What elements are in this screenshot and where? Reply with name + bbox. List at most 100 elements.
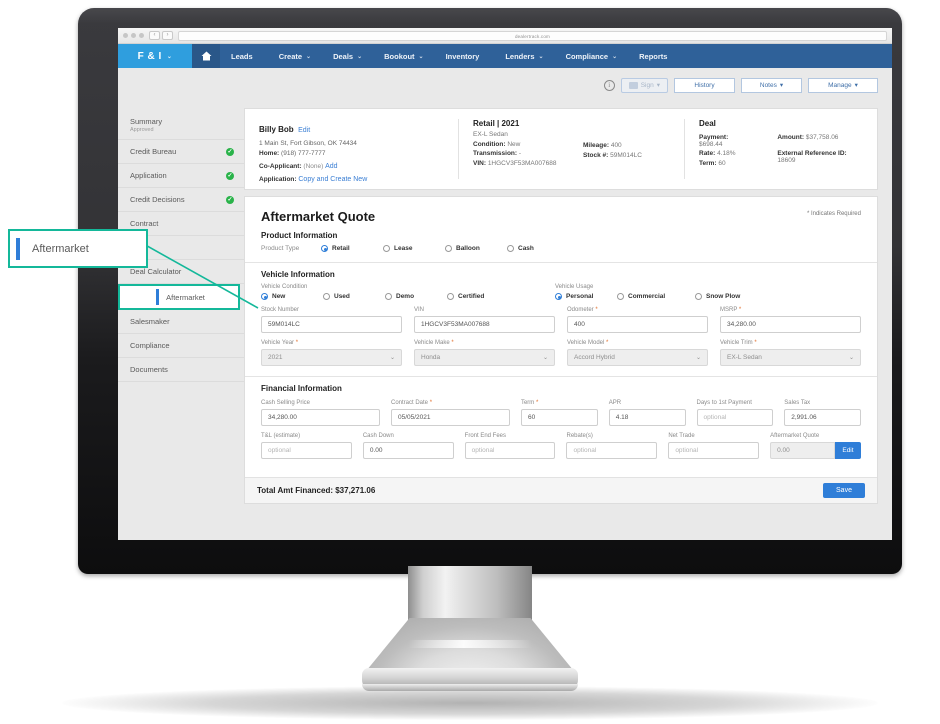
check-circle-icon: ✓ (226, 171, 234, 180)
field-vehicle-year: Vehicle Year * 2021 ⌄ (261, 340, 402, 366)
radio-usage-commercial[interactable]: Commercial (617, 293, 695, 300)
browser-nav-buttons[interactable]: ‹ › (149, 31, 173, 40)
radio-label: Snow Plow (706, 293, 741, 300)
sidebar-item-salesmaker[interactable]: Salesmaker (118, 310, 244, 334)
back-icon[interactable]: ‹ (149, 31, 160, 40)
chevron-down-icon: ⌄ (389, 355, 395, 361)
required-note: * Indicates Required (806, 211, 861, 217)
term-input[interactable]: 60 (520, 409, 598, 426)
form-inner: Aftermarket Quote Product Information Pr… (245, 197, 877, 459)
apr-input[interactable]: 4.18 (608, 409, 686, 426)
coapplicant-add-link[interactable]: Add (325, 163, 337, 170)
manage-button[interactable]: Manage ▾ (808, 77, 878, 93)
home-phone-label: Home: (259, 150, 280, 157)
brand-fandi[interactable]: F & I ⌄ (118, 44, 192, 68)
history-button[interactable]: History (674, 77, 735, 93)
field-odometer: Odometer * 400 (567, 307, 708, 333)
radio-product-retail[interactable]: Retail (321, 245, 383, 252)
sidebar-item-compliance[interactable]: Compliance (118, 334, 244, 358)
save-button[interactable]: Save (823, 483, 865, 498)
field-cash-down: Cash Down 0.00 (362, 433, 454, 459)
net-trade-input[interactable]: optional (668, 442, 760, 459)
address-bar[interactable]: dealertrack.com (178, 30, 887, 41)
payment-label: Payment: (699, 133, 729, 141)
maximize-icon[interactable] (139, 33, 144, 38)
nav-item-inventory[interactable]: Inventory (435, 44, 495, 68)
vin-input[interactable]: 1HGCV3F53MA007688 (414, 316, 555, 333)
field-vehicle-model: Vehicle Model * Accord Hybrid ⌄ (567, 340, 708, 366)
vehicle-block: Retail | 2021 EX-L Sedan Condition: New … (459, 119, 579, 179)
radio-product-balloon[interactable]: Balloon (445, 245, 507, 252)
sales-tax-input[interactable]: 2,991.06 (784, 409, 862, 426)
aftermarket-quote-card: * Indicates Required Aftermarket Quote P… (244, 196, 878, 504)
tl-estimate-input[interactable]: optional (261, 442, 352, 459)
radio-icon (261, 293, 268, 300)
nav-item-deals[interactable]: Deals ⌄ (322, 44, 373, 68)
home-icon (201, 51, 211, 61)
total-amount-financed: Total Amt Financed: $37,271.06 (257, 486, 376, 495)
nav-home[interactable] (192, 44, 220, 68)
info-icon[interactable]: i (603, 79, 615, 91)
minimize-icon[interactable] (131, 33, 136, 38)
radio-product-lease[interactable]: Lease (383, 245, 445, 252)
stock-number-input[interactable]: 59M014LC (261, 316, 402, 333)
monitor-stand-base-edge (362, 684, 578, 691)
term-value: 60 (718, 159, 726, 167)
vehicle-stats-block: Mileage: 400 Stock #: 59M014LC (579, 119, 684, 179)
nav-label: Reports (639, 51, 668, 61)
sidebar-item-documents[interactable]: Documents (118, 358, 244, 382)
radio-condition-new[interactable]: New (261, 293, 323, 300)
notes-button[interactable]: Notes ▾ (741, 77, 802, 93)
sidebar-item-credit-decisions[interactable]: Credit Decisions ✓ (118, 188, 244, 212)
cash-down-input[interactable]: 0.00 (362, 442, 454, 459)
application-copy-link[interactable]: Copy and Create New (298, 176, 367, 183)
window-controls[interactable] (123, 33, 144, 38)
amount-value: $37,758.06 (805, 133, 839, 141)
customer-edit-link[interactable]: Edit (298, 127, 310, 134)
radio-condition-demo[interactable]: Demo (385, 293, 447, 300)
nav-label: Bookout (384, 51, 415, 61)
nav-item-bookout[interactable]: Bookout ⌄ (373, 44, 434, 68)
vehicle-model-select[interactable]: Accord Hybrid ⌄ (567, 349, 708, 366)
vehicle-trim-select[interactable]: EX-L Sedan ⌄ (720, 349, 861, 366)
term-row: Term: 60 (699, 160, 751, 167)
vehicle-fields-row-2: Vehicle Year * 2021 ⌄ Vehicle Make * Hon… (261, 340, 861, 366)
close-icon[interactable] (123, 33, 128, 38)
odometer-input[interactable]: 400 (567, 316, 708, 333)
vehicle-make-select[interactable]: Honda ⌄ (414, 349, 555, 366)
aftermarket-quote-input[interactable]: 0.00 (770, 442, 835, 459)
radio-icon (617, 293, 624, 300)
nav-item-leads[interactable]: Leads (220, 44, 268, 68)
sidebar-item-summary[interactable]: Summary Approved (118, 110, 244, 140)
radio-condition-used[interactable]: Used (323, 293, 385, 300)
nav-item-compliance[interactable]: Compliance ⌄ (555, 44, 629, 68)
radio-product-cash[interactable]: Cash (507, 245, 569, 252)
contract-date-input[interactable]: 05/05/2021 (390, 409, 510, 426)
radio-usage-personal[interactable]: Personal (555, 293, 617, 300)
nav-item-reports[interactable]: Reports (628, 44, 682, 68)
monitor-stand-neck (408, 566, 532, 676)
vehicle-year-select[interactable]: 2021 ⌄ (261, 349, 402, 366)
forward-icon[interactable]: › (162, 31, 173, 40)
front-end-fees-input[interactable]: optional (464, 442, 556, 459)
check-circle-icon: ✓ (226, 147, 234, 156)
vehicle-usage-group: Vehicle Usage Personal Commercial Snow P… (547, 284, 861, 300)
nav-item-create[interactable]: Create ⌄ (268, 44, 322, 68)
sidebar-item-credit-bureau[interactable]: Credit Bureau ✓ (118, 140, 244, 164)
transmission-value: - (518, 150, 522, 157)
rate-label: Rate: (699, 150, 716, 157)
radio-condition-certified[interactable]: Certified (447, 293, 509, 300)
manage-label: Manage (828, 81, 852, 89)
radio-usage-snow-plow[interactable]: Snow Plow (695, 293, 773, 300)
rebates-input[interactable]: optional (566, 442, 658, 459)
sidebar-item-application[interactable]: Application ✓ (118, 164, 244, 188)
edit-button[interactable]: Edit (834, 442, 861, 459)
brand-label: F & I (137, 50, 162, 62)
days-to-first-payment-input[interactable]: optional (696, 409, 774, 426)
chevron-down-icon: ⌄ (695, 355, 701, 361)
sign-button[interactable]: Sign ▾ (620, 77, 668, 93)
nav-item-lenders[interactable]: Lenders ⌄ (494, 44, 554, 68)
nav-label: Leads (231, 51, 253, 61)
msrp-input[interactable]: 34,280.00 (720, 316, 861, 333)
cash-selling-price-input[interactable]: 34,280.00 (261, 409, 380, 426)
